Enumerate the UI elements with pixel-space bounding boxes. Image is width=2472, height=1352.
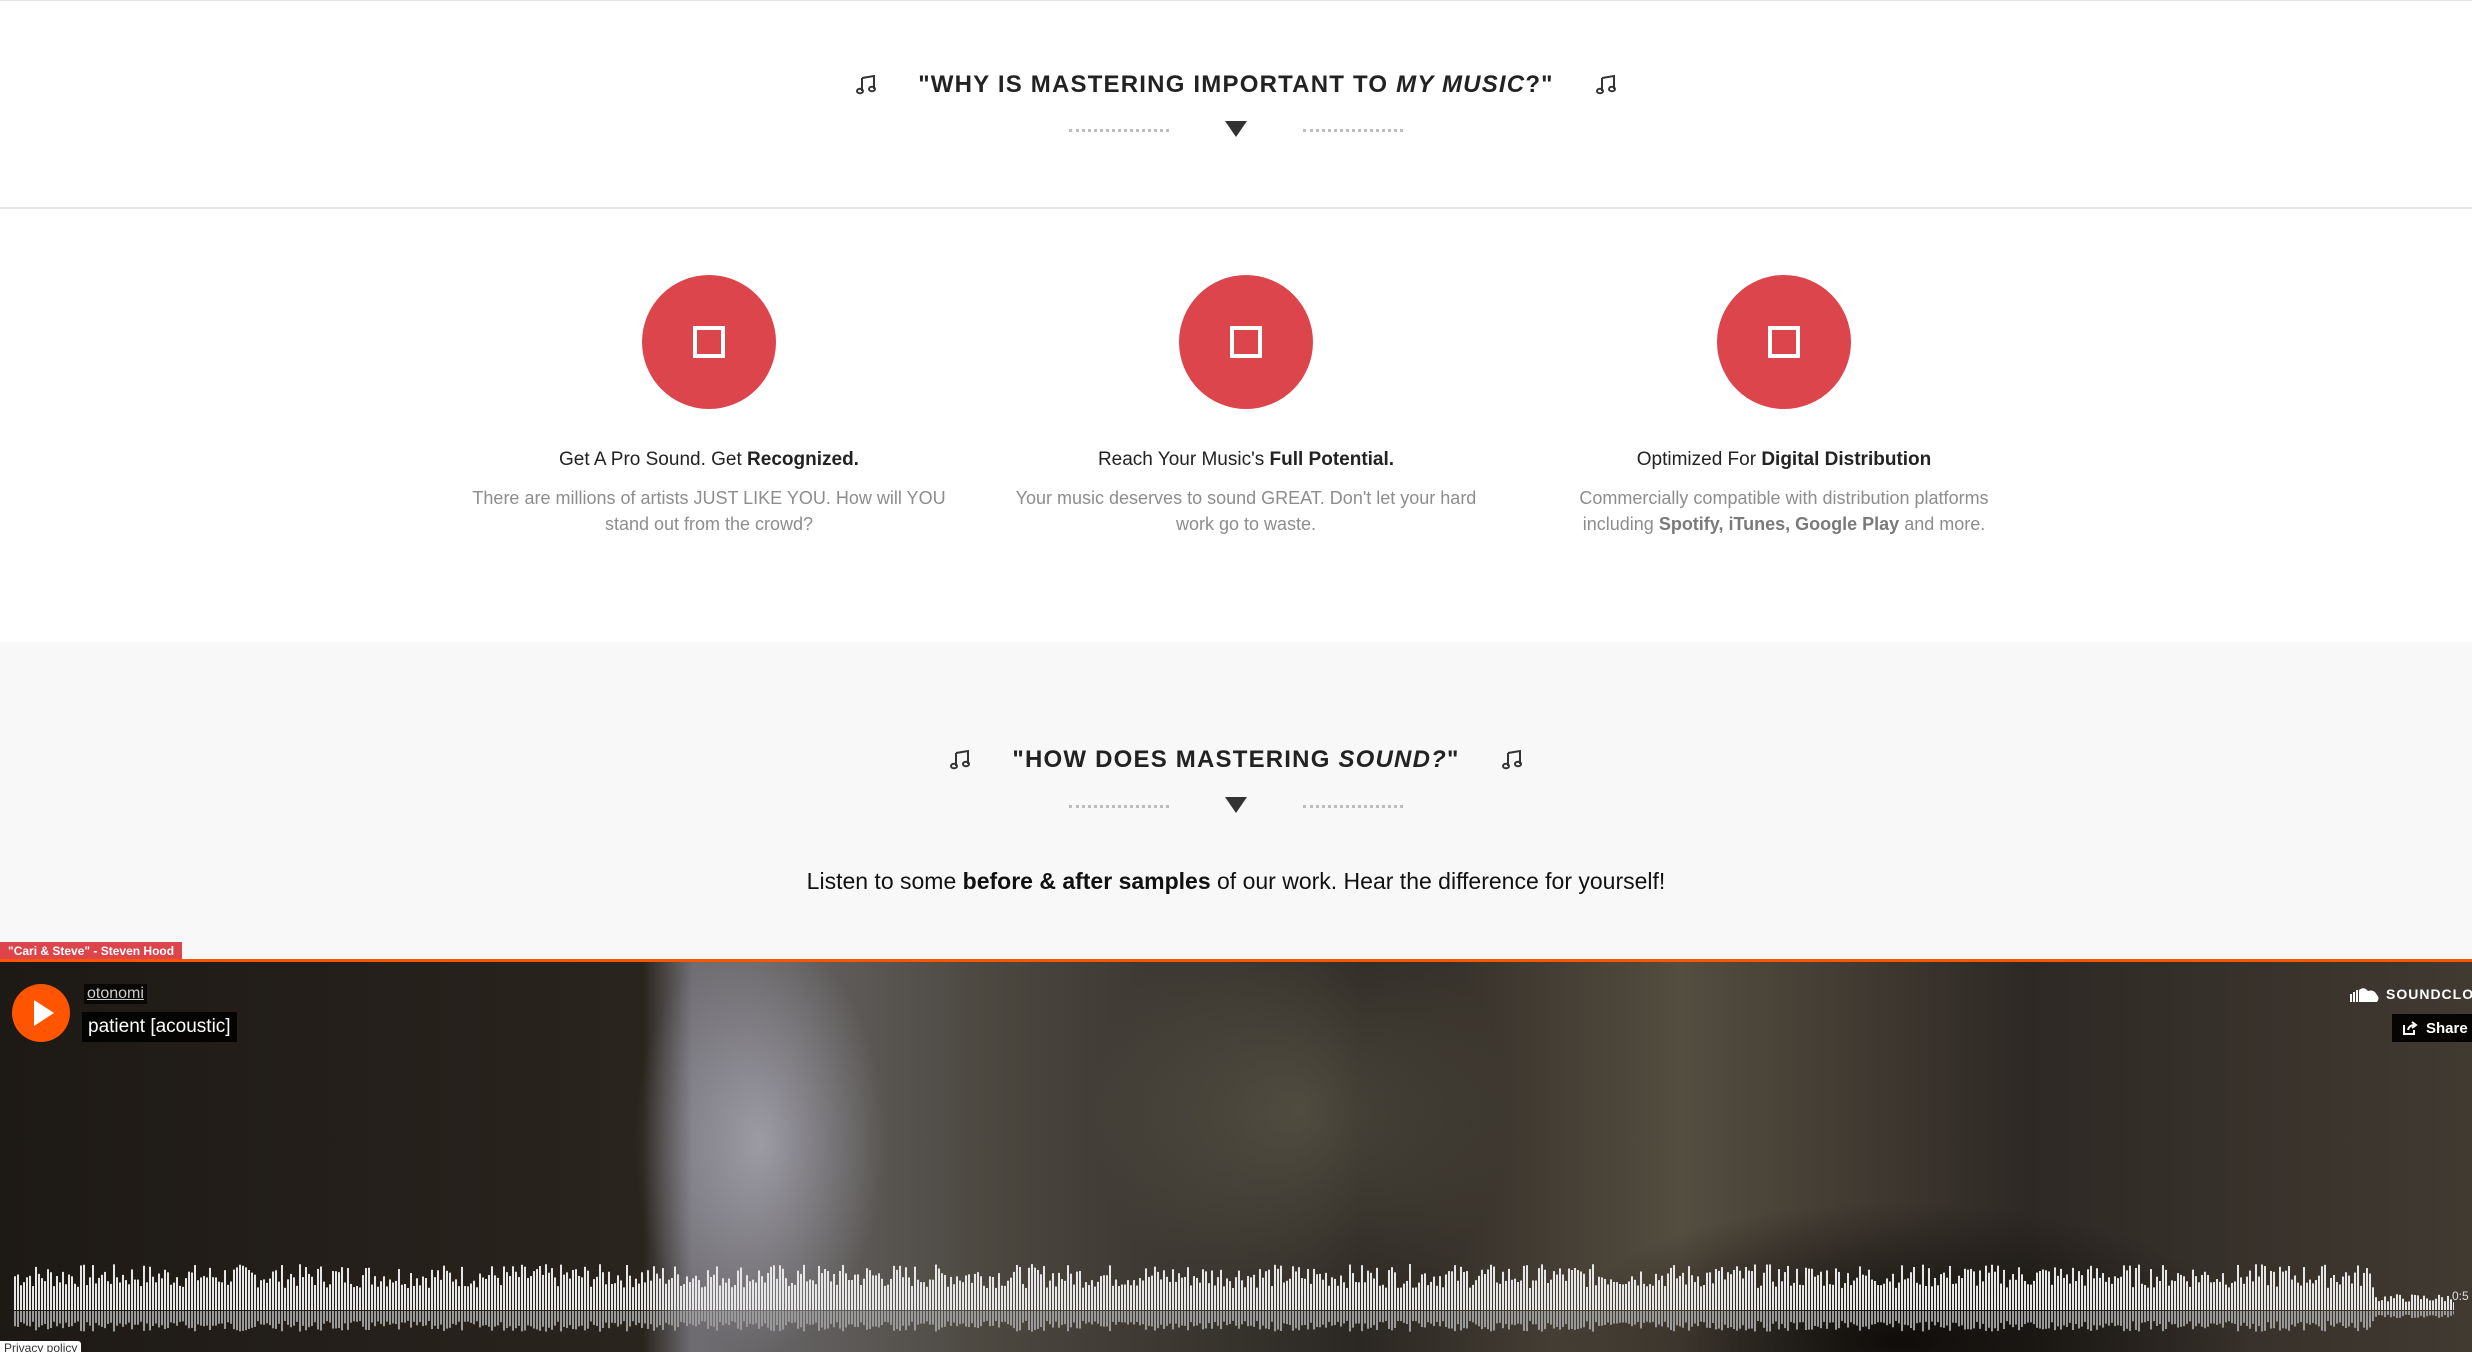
feature-title: Reach Your Music's Full Potential.: [1097, 449, 1395, 470]
how-mastering-sounds-section: "HOW DOES MASTERING SOUND?" Listen to so…: [0, 642, 2472, 958]
soundcloud-brand-text: SOUNDCLOUD: [2386, 986, 2472, 1002]
soundcloud-logo[interactable]: SOUNDCLOUD: [2350, 986, 2472, 1002]
feature-description: Your music deserves to sound GREAT. Don'…: [1015, 488, 1477, 534]
share-label: Share: [2426, 1019, 2468, 1037]
music-note-icon: [856, 74, 877, 95]
stop-square-icon: [1230, 326, 1262, 358]
privacy-policy-link[interactable]: Privacy policy: [0, 1341, 82, 1352]
dotted-rule: [1303, 803, 1403, 808]
feature-description: Commercially compatible with distributio…: [1579, 488, 1989, 534]
section-divider: [0, 121, 2472, 137]
feature-description: There are millions of artists JUST LIKE …: [472, 488, 946, 534]
features-section: Get A Pro Sound. Get Recognized. There a…: [0, 209, 2472, 642]
music-note-icon: [950, 749, 971, 770]
share-icon: [2403, 1021, 2418, 1035]
feature-icon-circle: [1179, 275, 1313, 409]
play-icon: [33, 1000, 54, 1026]
dotted-rule: [1069, 127, 1169, 132]
why-heading: "WHY IS MASTERING IMPORTANT TO MY MUSIC?…: [918, 71, 1554, 98]
track-caption-tag: "Cari & Steve" - Steven Hood: [0, 942, 183, 960]
chevron-down-icon: [1225, 797, 1247, 813]
how-heading: "HOW DOES MASTERING SOUND?": [1012, 746, 1460, 773]
chevron-down-icon: [1225, 121, 1247, 137]
feature-digital-distribution: Optimized For Digital Distribution Comme…: [1524, 275, 2044, 537]
soundcloud-player[interactable]: otonomi patient [acoustic] SOUNDCLOUD Sh…: [0, 959, 2472, 1352]
why-heading-row: "WHY IS MASTERING IMPORTANT TO MY MUSIC?…: [0, 71, 2472, 99]
play-button[interactable]: [12, 984, 70, 1042]
why-mastering-section: "WHY IS MASTERING IMPORTANT TO MY MUSIC?…: [0, 1, 2472, 209]
music-note-icon: [1501, 749, 1522, 770]
feature-full-potential: Reach Your Music's Full Potential. Your …: [986, 275, 1506, 537]
dotted-rule: [1303, 127, 1403, 132]
track-title[interactable]: patient [acoustic]: [82, 1012, 237, 1042]
share-button[interactable]: Share: [2392, 1014, 2472, 1042]
section-divider: [0, 797, 2472, 813]
music-note-icon: [1595, 74, 1616, 95]
feature-title: Get A Pro Sound. Get Recognized.: [559, 449, 859, 470]
feature-icon-circle: [642, 275, 776, 409]
dotted-rule: [1069, 803, 1169, 808]
uploader-link[interactable]: otonomi: [84, 984, 147, 1004]
track-duration: 0:5: [2452, 1289, 2469, 1303]
how-heading-row: "HOW DOES MASTERING SOUND?": [0, 746, 2472, 774]
feature-title: Optimized For Digital Distribution: [1636, 449, 1932, 470]
samples-intro-text: Listen to some before & after samples of…: [806, 868, 1666, 894]
soundcloud-cloud-icon: [2350, 988, 2379, 1002]
stop-square-icon: [1768, 326, 1800, 358]
waveform[interactable]: [14, 1262, 2454, 1337]
stop-square-icon: [693, 326, 725, 358]
feature-icon-circle: [1717, 275, 1851, 409]
feature-pro-sound: Get A Pro Sound. Get Recognized. There a…: [449, 275, 969, 537]
